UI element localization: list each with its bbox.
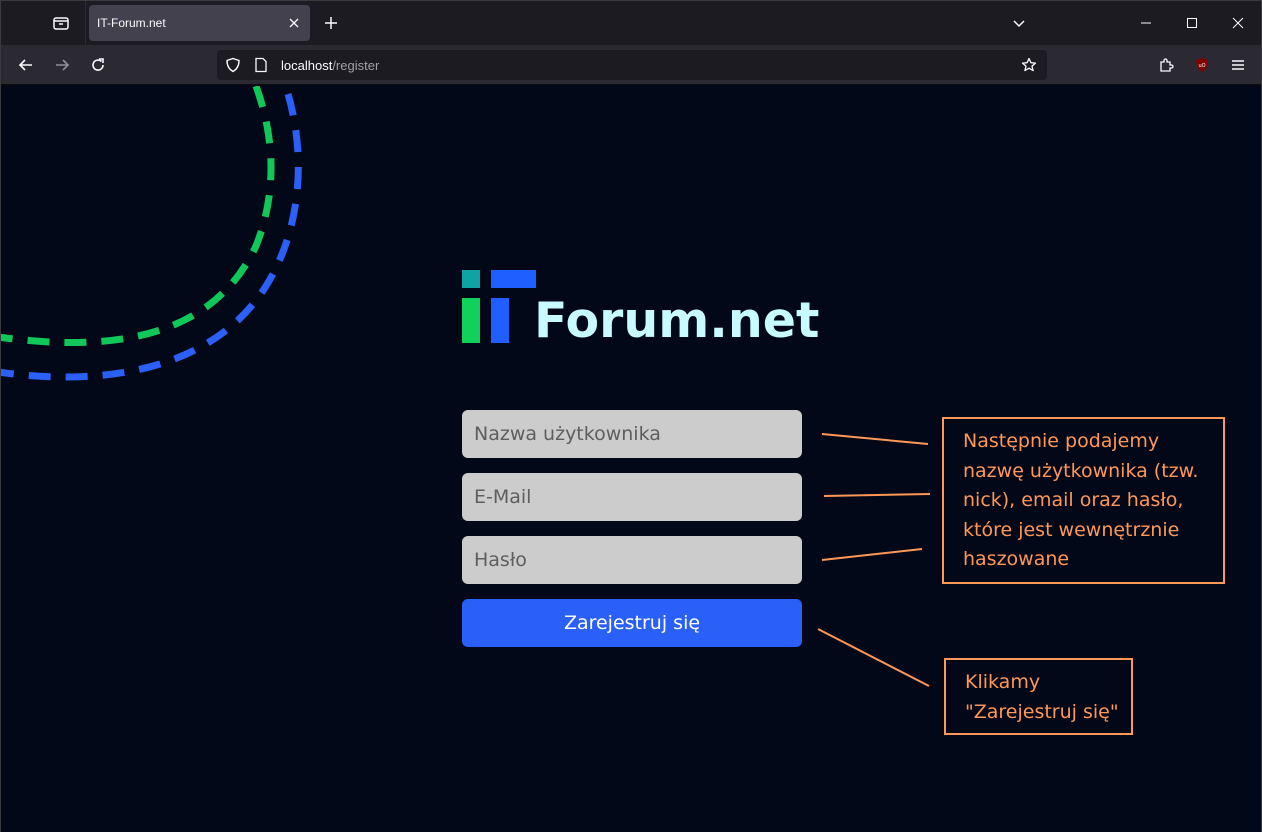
username-field[interactable] [462, 410, 802, 458]
page-icon[interactable] [247, 50, 275, 80]
fields-annotation: Następnie podajemy nazwę użytkownika (tz… [942, 417, 1225, 584]
url-text[interactable]: localhost/register [281, 58, 379, 73]
navigation-bar: localhost/register uO [1, 45, 1261, 85]
close-icon[interactable] [282, 11, 306, 35]
window-controls [997, 1, 1261, 45]
shield-icon[interactable] [219, 50, 247, 80]
password-field[interactable] [462, 536, 802, 584]
extensions-icon[interactable] [1150, 49, 1182, 81]
brand-name: Forum.net [534, 292, 820, 349]
tab-strip: IT-Forum.net [1, 1, 1261, 45]
logo-icon [462, 270, 536, 343]
maximize-icon[interactable] [1169, 1, 1215, 45]
ublock-icon[interactable]: uO [1186, 49, 1218, 81]
window-close-icon[interactable] [1215, 1, 1261, 45]
page-content: Forum.net Zarejestruj się Następnie poda… [1, 86, 1261, 832]
tab-separator [85, 1, 86, 45]
minimize-icon[interactable] [1123, 1, 1169, 45]
chevron-down-icon[interactable] [997, 1, 1041, 45]
plus-icon[interactable] [317, 9, 345, 37]
url-bar[interactable]: localhost/register [217, 50, 1047, 80]
url-path: /register [332, 57, 380, 73]
register-button[interactable]: Zarejestruj się [462, 599, 802, 647]
button-annotation: Klikamy "Zarejestruj się" [944, 658, 1133, 735]
star-icon[interactable] [1017, 53, 1041, 77]
tab-active[interactable]: IT-Forum.net [89, 5, 310, 41]
browser-window: IT-Forum.net localhost/register uO Forum… [0, 0, 1262, 832]
tab-title: IT-Forum.net [97, 16, 166, 30]
email-field[interactable] [462, 473, 802, 521]
tab-list-icon[interactable] [45, 7, 77, 39]
menu-icon[interactable] [1222, 49, 1254, 81]
back-icon[interactable] [10, 49, 42, 81]
url-host: localhost [281, 57, 333, 73]
reload-icon[interactable] [82, 49, 114, 81]
svg-text:uO: uO [1198, 63, 1205, 69]
forward-icon[interactable] [46, 49, 78, 81]
